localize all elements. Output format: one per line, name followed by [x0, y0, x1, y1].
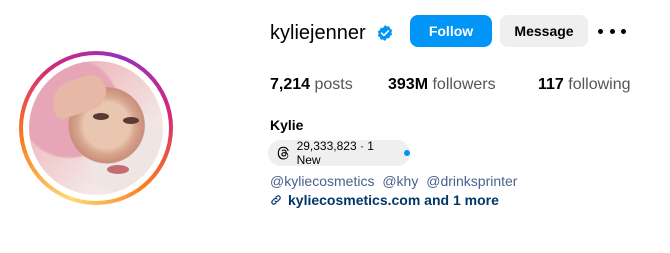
- new-indicator-dot: [404, 150, 410, 156]
- profile-stats: 7,214 posts 393M followers 117 following: [270, 76, 670, 98]
- threads-icon: [277, 146, 289, 160]
- verified-badge-icon: [377, 25, 393, 41]
- profile-header: kyliejenner Follow Message: [270, 14, 670, 48]
- more-options-icon[interactable]: [598, 22, 626, 40]
- posts-count: 7,214 posts: [270, 76, 353, 93]
- follow-button[interactable]: Follow: [410, 15, 492, 47]
- threads-count: 29,333,823 · 1 New: [296, 139, 374, 167]
- website-link-row: kyliecosmetics.com and 1 more: [270, 192, 499, 208]
- mention-link[interactable]: @kyliecosmetics: [270, 173, 374, 189]
- mention-link[interactable]: @khy: [382, 173, 418, 189]
- bio-mentions: @kyliecosmetics @khy @drinksprinter: [270, 173, 521, 189]
- mention-link[interactable]: @drinksprinter: [426, 173, 517, 189]
- full-name: Kylie: [270, 117, 304, 133]
- profile-photo: [29, 61, 163, 195]
- following-link[interactable]: 117 following: [538, 76, 631, 94]
- followers-link[interactable]: 393M followers: [388, 76, 496, 94]
- username[interactable]: kyliejenner: [270, 22, 366, 45]
- website-link[interactable]: kyliecosmetics.com and 1 more: [288, 192, 499, 208]
- threads-badge[interactable]: 29,333,823 · 1 New: [268, 139, 410, 167]
- message-button[interactable]: Message: [500, 15, 588, 47]
- avatar[interactable]: [8, 51, 188, 209]
- link-icon: [271, 195, 281, 205]
- story-ring: [19, 51, 173, 205]
